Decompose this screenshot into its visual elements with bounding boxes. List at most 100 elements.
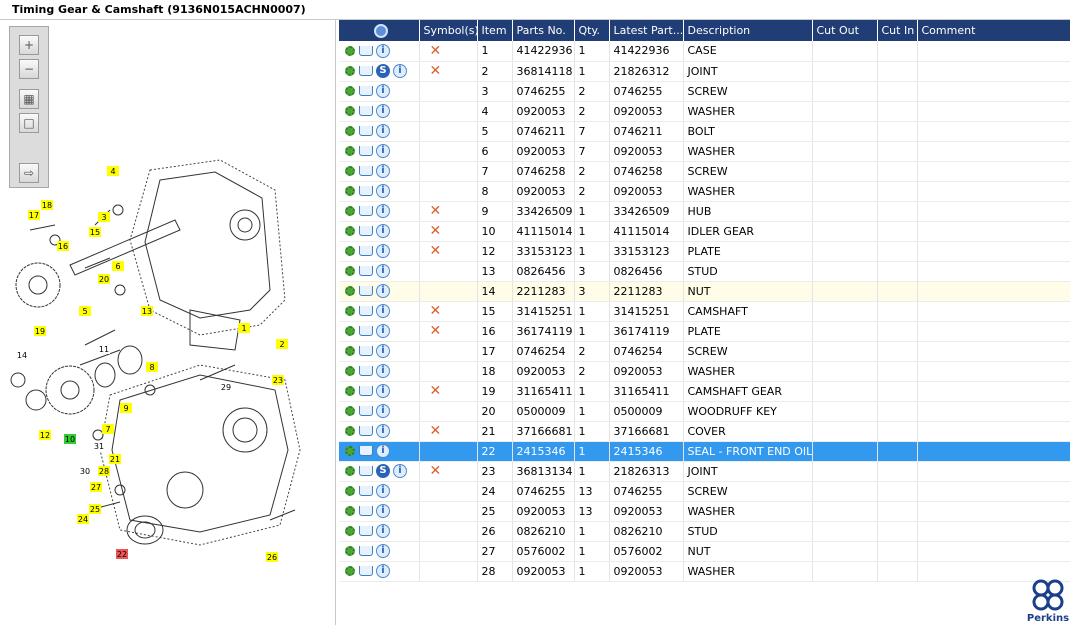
table-row[interactable]: i 13 0826456 3 0826456 STUD <box>339 261 1070 282</box>
info-icon[interactable]: i <box>376 124 390 138</box>
cart-icon[interactable] <box>359 106 373 116</box>
cart-icon[interactable] <box>359 126 373 136</box>
cart-icon[interactable] <box>359 426 373 436</box>
fit-window-button[interactable]: □ <box>19 113 39 133</box>
cart-icon[interactable] <box>359 486 373 496</box>
gear-icon[interactable] <box>345 426 355 436</box>
info-icon[interactable]: i <box>376 324 390 338</box>
info-icon[interactable]: i <box>376 104 390 118</box>
supersession-icon[interactable]: S <box>376 64 390 78</box>
table-row[interactable]: i 20 0500009 1 0500009 WOODRUFF KEY <box>339 401 1070 422</box>
info-icon[interactable]: i <box>376 544 390 558</box>
cart-icon[interactable] <box>359 466 373 476</box>
callout-23[interactable]: 23 <box>272 375 284 385</box>
table-row[interactable]: i ✕ 10 41115014 1 41115014 IDLER GEAR <box>339 221 1070 242</box>
cart-icon[interactable] <box>359 446 373 456</box>
gear-icon[interactable] <box>345 546 355 556</box>
callout-25[interactable]: 25 <box>89 504 101 514</box>
callout-7[interactable]: 7 <box>102 424 114 434</box>
callout-22[interactable]: 22 <box>116 549 128 559</box>
table-row[interactable]: i ✕ 9 33426509 1 33426509 HUB <box>339 201 1070 222</box>
gear-icon[interactable] <box>345 526 355 536</box>
gear-icon[interactable] <box>345 386 355 396</box>
supersession-icon[interactable]: S <box>376 464 390 478</box>
callout-3[interactable]: 3 <box>98 212 110 222</box>
column-header-comment[interactable]: Comment <box>917 20 1070 41</box>
info-icon[interactable]: i <box>376 43 390 58</box>
cart-icon[interactable] <box>359 146 373 156</box>
table-row[interactable]: i 3 0746255 2 0746255 SCREW <box>339 81 1070 102</box>
parts-list-grid[interactable]: Symbol(s) Item Parts No. Qty. Latest Par… <box>339 20 1070 582</box>
table-row[interactable]: i ✕ 19 31165411 1 31165411 CAMSHAFT GEAR <box>339 381 1070 402</box>
cart-icon[interactable] <box>359 66 373 76</box>
info-icon[interactable]: i <box>376 424 390 438</box>
gear-icon[interactable] <box>345 486 355 496</box>
table-row[interactable]: i 5 0746211 7 0746211 BOLT <box>339 121 1070 142</box>
column-header-cut-in[interactable]: Cut In <box>877 20 918 41</box>
column-header-latest-part[interactable]: Latest Part... <box>609 20 684 41</box>
info-icon[interactable]: i <box>376 84 390 98</box>
cart-icon[interactable] <box>359 186 373 196</box>
gear-icon[interactable] <box>345 126 355 136</box>
callout-6[interactable]: 6 <box>112 261 124 271</box>
table-row[interactable]: i 7 0746258 2 0746258 SCREW <box>339 161 1070 182</box>
callout-14[interactable]: 14 <box>16 350 28 360</box>
table-row[interactable]: i 27 0576002 1 0576002 NUT <box>339 541 1070 562</box>
info-icon[interactable]: i <box>376 224 390 238</box>
gear-icon[interactable] <box>345 226 355 236</box>
callout-13[interactable]: 13 <box>141 306 153 316</box>
table-row[interactable]: i ✕ 12 33153123 1 33153123 PLATE <box>339 241 1070 262</box>
cart-icon[interactable] <box>359 286 373 296</box>
callout-24[interactable]: 24 <box>77 514 89 524</box>
gear-icon[interactable] <box>345 206 355 216</box>
info-icon[interactable]: i <box>376 284 390 298</box>
callout-29[interactable]: 29 <box>220 382 232 392</box>
info-icon[interactable]: i <box>376 384 390 398</box>
info-icon[interactable]: i <box>376 264 390 278</box>
cart-icon[interactable] <box>359 45 373 56</box>
gear-icon[interactable] <box>345 166 355 176</box>
callout-11[interactable]: 11 <box>98 344 110 354</box>
callout-31[interactable]: 31 <box>93 441 105 451</box>
gear-icon[interactable] <box>345 146 355 156</box>
info-icon[interactable]: i <box>376 244 390 258</box>
callout-19[interactable]: 19 <box>34 326 46 336</box>
gear-icon[interactable] <box>345 466 355 476</box>
fit-all-button[interactable]: ▦ <box>19 89 39 109</box>
callout-17[interactable]: 17 <box>28 210 40 220</box>
exploded-parts-diagram[interactable]: 41817 316156205 1319 121114823299712 1031213… <box>0 150 336 570</box>
gear-icon[interactable] <box>345 45 355 56</box>
callout-12[interactable]: 12 <box>39 430 51 440</box>
cart-icon[interactable] <box>359 526 373 536</box>
gear-icon[interactable] <box>345 106 355 116</box>
info-icon[interactable]: i <box>376 504 390 518</box>
callout-20[interactable]: 20 <box>98 274 110 284</box>
cart-icon[interactable] <box>359 166 373 176</box>
column-header-description[interactable]: Description <box>683 20 813 41</box>
info-icon[interactable]: i <box>393 464 407 478</box>
table-row[interactable]: i 28 0920053 1 0920053 WASHER <box>339 561 1070 582</box>
table-row[interactable]: i 18 0920053 2 0920053 WASHER <box>339 361 1070 382</box>
info-icon[interactable]: i <box>376 564 390 578</box>
table-row[interactable]: i 26 0826210 1 0826210 STUD <box>339 521 1070 542</box>
cart-icon[interactable] <box>359 246 373 256</box>
callout-27[interactable]: 27 <box>90 482 102 492</box>
callout-18[interactable]: 18 <box>41 200 53 210</box>
info-icon[interactable]: i <box>376 144 390 158</box>
gear-icon[interactable] <box>345 286 355 296</box>
info-icon[interactable]: i <box>376 204 390 218</box>
cart-icon[interactable] <box>359 206 373 216</box>
gear-icon[interactable] <box>345 446 355 456</box>
cart-icon[interactable] <box>359 346 373 356</box>
table-row[interactable]: i 14 2211283 3 2211283 NUT <box>339 281 1070 302</box>
gear-icon[interactable] <box>345 66 355 76</box>
table-row[interactable]: i 24 0746255 13 0746255 SCREW <box>339 481 1070 502</box>
callout-16[interactable]: 16 <box>57 241 69 251</box>
column-header-cut-out[interactable]: Cut Out <box>812 20 878 41</box>
gear-icon[interactable] <box>345 306 355 316</box>
table-row[interactable]: Si ✕ 23 36813134 1 21826313 JOINT <box>339 461 1070 482</box>
info-icon[interactable]: i <box>376 444 390 458</box>
gear-icon[interactable] <box>345 566 355 576</box>
info-icon[interactable]: i <box>393 64 407 78</box>
callout-15[interactable]: 15 <box>89 227 101 237</box>
